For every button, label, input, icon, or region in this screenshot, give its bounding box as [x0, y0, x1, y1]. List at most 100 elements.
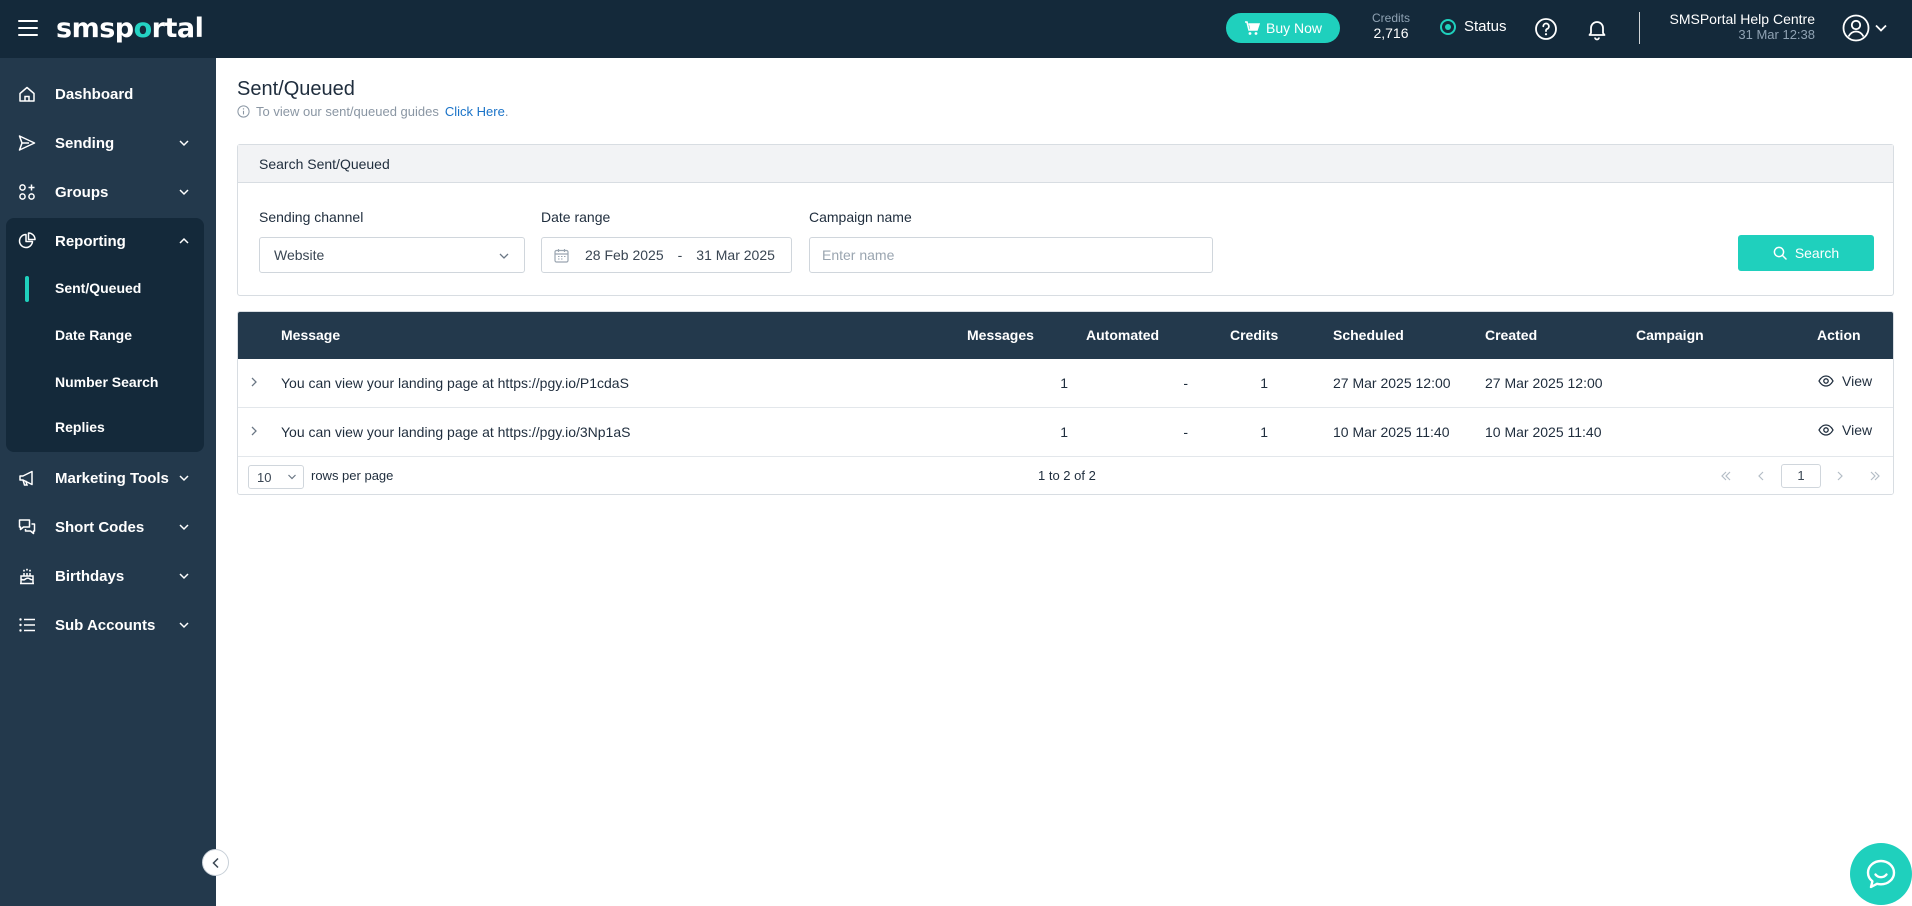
view-button[interactable]: View: [1818, 422, 1872, 438]
send-icon: [18, 135, 36, 151]
sidebar-subitem-sent-queued[interactable]: Sent/Queued: [55, 280, 141, 296]
first-page-icon[interactable]: [1719, 469, 1733, 483]
chat-support-button[interactable]: [1850, 843, 1912, 905]
messages-cell: 1: [1060, 424, 1068, 440]
sidebar-item-sub-accounts[interactable]: Sub Accounts: [0, 605, 216, 645]
logo[interactable]: smsportal: [56, 13, 204, 44]
chevron-down-icon: [1875, 24, 1887, 32]
column-header-message[interactable]: Message: [281, 327, 340, 343]
chevron-down-icon: [499, 253, 509, 259]
guide-link[interactable]: Click Here: [445, 104, 505, 119]
divider: [1639, 12, 1640, 44]
help-icon[interactable]: [1534, 17, 1558, 41]
search-panel: Search Sent/Queued Sending channel Websi…: [237, 144, 1894, 296]
rows-per-page-value: 10: [257, 469, 272, 485]
rows-per-page-select[interactable]: 10: [248, 465, 304, 489]
chevron-down-icon: [179, 189, 189, 196]
help-centre-title: SMSPortal Help Centre: [1669, 11, 1815, 27]
table-header: Message Messages Automated Credits Sched…: [238, 312, 1893, 359]
credits-cell: 1: [1260, 375, 1268, 391]
megaphone-icon: [19, 470, 33, 486]
column-header-action: Action: [1817, 327, 1861, 343]
chevron-down-icon: [179, 622, 189, 629]
column-header-automated[interactable]: Automated: [1086, 327, 1159, 343]
sidebar-subitem-replies[interactable]: Replies: [55, 419, 105, 435]
expand-row-icon[interactable]: [248, 425, 260, 437]
status-dot-icon: [1440, 18, 1456, 35]
list-icon: [19, 618, 35, 632]
status-button[interactable]: Status: [1440, 18, 1507, 35]
scheduled-cell: 27 Mar 2025 12:00: [1333, 375, 1451, 391]
campaign-name-input[interactable]: [822, 247, 1212, 263]
info-icon: [237, 105, 250, 118]
sidebar-item-label: Reporting: [55, 232, 126, 250]
date-range-picker[interactable]: 28 Feb 2025 - 31 Mar 2025: [541, 237, 792, 273]
sidebar-item-marketing-tools[interactable]: Marketing Tools: [0, 458, 216, 498]
buy-now-button[interactable]: Buy Now: [1226, 13, 1341, 43]
next-page-icon[interactable]: [1833, 469, 1847, 483]
pie-chart-icon: [18, 232, 36, 249]
expand-row-icon[interactable]: [248, 376, 260, 388]
messages-cell: 1: [1060, 375, 1068, 391]
status-label: Status: [1464, 18, 1507, 35]
chevron-left-icon: [211, 857, 219, 868]
rows-per-page-label: rows per page: [311, 468, 394, 483]
sent-queued-table: Message Messages Automated Credits Sched…: [237, 311, 1894, 495]
search-panel-header: Search Sent/Queued: [238, 145, 1893, 183]
current-page-input[interactable]: 1: [1781, 464, 1821, 488]
sidebar-item-label: Groups: [55, 183, 109, 201]
credits-value: 2,716: [1373, 25, 1409, 41]
date-separator: -: [677, 247, 683, 263]
column-header-credits[interactable]: Credits: [1230, 327, 1278, 343]
view-label: View: [1842, 373, 1873, 389]
sidebar-item-short-codes[interactable]: Short Codes: [0, 507, 216, 547]
chevron-down-icon: [179, 475, 189, 482]
sidebar-subitem-date-range[interactable]: Date Range: [55, 327, 132, 343]
bell-icon[interactable]: [1585, 17, 1609, 41]
chevron-down-icon: [288, 474, 296, 480]
previous-page-icon[interactable]: [1754, 469, 1768, 483]
column-header-scheduled[interactable]: Scheduled: [1333, 327, 1404, 343]
table-row: You can view your landing page at https:…: [238, 359, 1893, 408]
last-page-icon[interactable]: [1868, 469, 1882, 483]
active-indicator: [25, 276, 29, 302]
sidebar-item-reporting[interactable]: Reporting: [0, 221, 216, 261]
sidebar-item-sending[interactable]: Sending: [0, 123, 216, 163]
credits-display: Credits 2,716: [1370, 11, 1412, 41]
user-menu[interactable]: [1842, 14, 1888, 42]
message-cell: You can view your landing page at https:…: [281, 424, 631, 440]
hint-period: .: [504, 104, 509, 119]
column-header-campaign[interactable]: Campaign: [1636, 327, 1704, 343]
search-button[interactable]: Search: [1738, 235, 1874, 271]
hint-text: To view our sent/queued guides: [256, 104, 439, 119]
menu-icon[interactable]: [18, 20, 38, 36]
date-from: 28 Feb 2025: [585, 247, 664, 263]
home-icon: [19, 86, 35, 102]
help-centre-link[interactable]: SMSPortal Help Centre 31 Mar 12:38: [1660, 11, 1815, 42]
view-label: View: [1842, 422, 1873, 438]
view-button[interactable]: View: [1818, 373, 1872, 389]
sidebar-item-groups[interactable]: Groups: [0, 172, 216, 212]
column-header-messages[interactable]: Messages: [967, 327, 1034, 343]
sidebar: Dashboard Sending Groups Reporting Sent/…: [0, 58, 216, 906]
column-header-created[interactable]: Created: [1485, 327, 1537, 343]
page-title: Sent/Queued: [237, 78, 355, 100]
chevron-down-icon: [179, 140, 189, 147]
eye-icon: [1818, 424, 1834, 436]
chat-icon: [1866, 859, 1896, 889]
sidebar-item-label: Birthdays: [55, 567, 125, 585]
sidebar-item-label: Dashboard: [55, 85, 134, 103]
campaign-name-field[interactable]: [809, 237, 1213, 273]
message-cell: You can view your landing page at https:…: [281, 375, 629, 391]
search-button-label: Search: [1794, 245, 1840, 261]
sending-channel-select[interactable]: Website: [259, 237, 525, 273]
sidebar-subitem-number-search[interactable]: Number Search: [55, 374, 158, 390]
chat-bubbles-icon: [18, 519, 36, 535]
credits-label: Credits: [1371, 11, 1410, 25]
automated-cell: -: [1183, 424, 1188, 440]
created-cell: 27 Mar 2025 12:00: [1485, 375, 1603, 391]
cart-icon: [1245, 20, 1260, 35]
collapse-sidebar-button[interactable]: [202, 849, 229, 876]
sidebar-item-birthdays[interactable]: Birthdays: [0, 556, 216, 596]
sidebar-item-dashboard[interactable]: Dashboard: [0, 74, 216, 114]
